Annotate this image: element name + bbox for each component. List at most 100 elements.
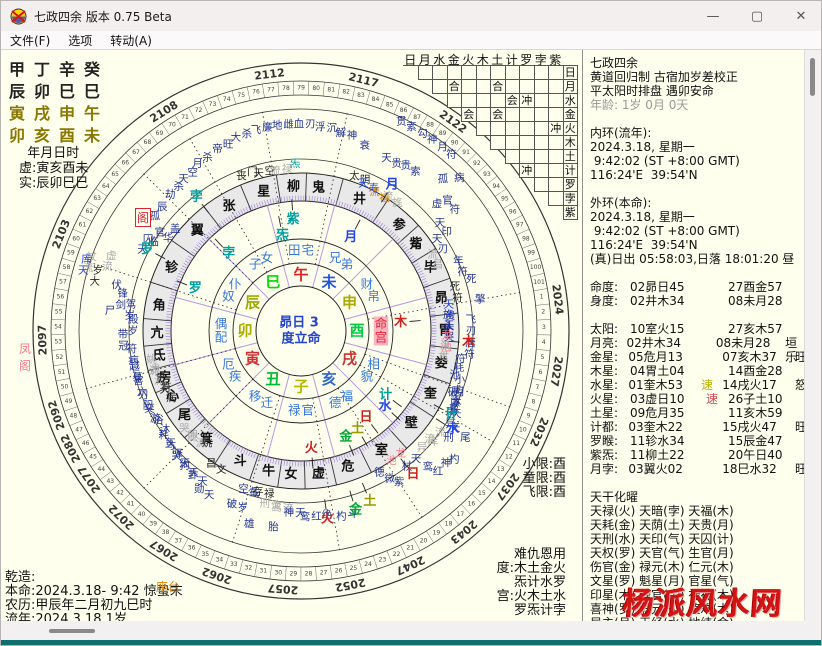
svg-text:卯: 卯 xyxy=(237,322,252,340)
svg-text:34: 34 xyxy=(216,556,224,563)
panel-line: 116:24'E 39:54'N xyxy=(590,238,807,252)
aspect-cell-金-木 xyxy=(476,107,492,122)
svg-text:尾: 尾 xyxy=(178,408,191,423)
svg-text:迁: 迁 xyxy=(261,395,274,410)
svg-text:辰: 辰 xyxy=(245,294,261,312)
aspect-cell-月-紫 xyxy=(548,79,564,94)
svg-text:土: 土 xyxy=(351,420,364,436)
nanchou-enyong-block: 难仇恩用度:木土金火炁计水罗宫:火木土水罗炁计孛 xyxy=(456,548,566,618)
svg-text:度立命: 度立命 xyxy=(281,331,321,347)
svg-text:虚: 虚 xyxy=(106,250,117,262)
planet-row-8: 罗睺:11轸水3415辰金47 xyxy=(590,434,807,448)
svg-text:虚: 虚 xyxy=(432,198,443,210)
svg-text:贯: 贯 xyxy=(439,351,450,363)
limit-line-0: 小限:酉 xyxy=(471,458,566,472)
panel-line: 年龄: 1岁 0月 0天 xyxy=(590,98,807,112)
svg-text:17: 17 xyxy=(457,511,465,518)
svg-text:殿: 殿 xyxy=(128,313,139,325)
aspect-cell-水-火 xyxy=(461,93,477,108)
panel-line: 黄道回归制 古宿加岁差校正 xyxy=(590,70,807,84)
svg-text:46: 46 xyxy=(82,440,90,447)
svg-text:龙: 龙 xyxy=(395,447,406,460)
svg-text:54: 54 xyxy=(54,324,62,331)
horizontal-scrollbar[interactable] xyxy=(1,621,822,640)
planet-row-6: 土星:09危月3511亥木59 xyxy=(590,406,807,420)
aspect-row-紫: 紫 xyxy=(563,205,579,220)
menu-item-0[interactable]: 文件(F) xyxy=(1,32,59,49)
svg-text:宅: 宅 xyxy=(301,243,314,258)
panel-line: 天耗(金) 天荫(土) 天贵(月) xyxy=(590,518,807,532)
svg-text:6: 6 xyxy=(539,369,543,376)
svg-text:池: 池 xyxy=(386,454,397,467)
svg-text:火: 火 xyxy=(305,441,319,456)
menu-item-2[interactable]: 转动(A) xyxy=(101,32,161,49)
svg-text:移: 移 xyxy=(249,388,262,403)
svg-text:空: 空 xyxy=(238,482,249,495)
svg-text:2027: 2027 xyxy=(548,355,566,387)
chart-extra-label-1: 座台 xyxy=(156,578,180,595)
chart-extra-label-2: 阁 xyxy=(135,208,151,227)
svg-text:86: 86 xyxy=(400,107,408,114)
svg-text:82: 82 xyxy=(342,89,350,96)
svg-text:33: 33 xyxy=(230,561,238,568)
svg-text:69: 69 xyxy=(156,130,164,137)
svg-text:78: 78 xyxy=(282,85,290,92)
close-button[interactable]: ✕ xyxy=(779,1,822,31)
svg-text:天: 天 xyxy=(253,167,264,179)
svg-text:病: 病 xyxy=(454,171,465,184)
nanchou-line-3: 宫:火木土水 xyxy=(456,590,566,604)
aspect-cell-日-孛 xyxy=(534,65,550,80)
svg-text:20: 20 xyxy=(420,537,428,544)
panel-line: 天干化曜 xyxy=(590,490,807,504)
svg-text:92: 92 xyxy=(473,160,481,167)
vertical-scrollbar-thumb[interactable] xyxy=(810,58,815,96)
degree-row-1: 身度:02井木3408未月28 xyxy=(590,294,807,308)
aspect-col-火: 火 xyxy=(461,51,476,66)
aspect-cell-水-紫 xyxy=(548,93,564,108)
maximize-button[interactable]: ▢ xyxy=(735,1,779,31)
svg-text:血: 血 xyxy=(294,117,305,130)
svg-text:符: 符 xyxy=(450,202,461,215)
aspect-row-土: 土 xyxy=(563,149,579,164)
minimize-button[interactable]: — xyxy=(691,1,735,31)
svg-text:51: 51 xyxy=(58,369,66,376)
svg-text:24: 24 xyxy=(364,561,372,568)
svg-text:印: 印 xyxy=(442,226,453,238)
svg-text:害: 害 xyxy=(133,374,144,387)
svg-text:尾: 尾 xyxy=(460,432,471,444)
panel-line: 9:42:02 (ST +8:00 GMT) xyxy=(590,224,807,238)
svg-text:亥: 亥 xyxy=(321,370,336,388)
vertical-scrollbar[interactable] xyxy=(804,50,821,621)
app-window: 七政四余 版本 0.75 Beta — ▢ ✕ 文件(F)选项转动(A) 123… xyxy=(0,0,822,646)
panel-line xyxy=(590,308,807,322)
svg-text:贯: 贯 xyxy=(396,116,407,128)
aspect-cell-日-罗 xyxy=(519,65,535,80)
svg-text:93: 93 xyxy=(483,171,491,178)
svg-text:索: 索 xyxy=(406,120,417,133)
svg-text:神: 神 xyxy=(347,128,358,141)
svg-text:姚: 姚 xyxy=(202,436,213,449)
planet-row-3: 木星:04胃土0414酉金28 xyxy=(590,364,807,378)
svg-text:浮: 浮 xyxy=(315,121,326,133)
client-area: 1234567891011121314151617181920212223242… xyxy=(1,50,822,621)
aspect-row-金: 金 xyxy=(563,107,579,122)
svg-text:55: 55 xyxy=(55,309,63,316)
svg-text:7: 7 xyxy=(535,384,539,391)
aspect-cell-日-月 xyxy=(418,65,434,80)
svg-text:虚: 虚 xyxy=(312,465,325,481)
planet-row-9: 紫炁:11柳土2220午日40 xyxy=(590,448,807,462)
svg-text:天: 天 xyxy=(204,489,215,501)
panel-line: 116:24'E 39:54'N xyxy=(590,168,807,182)
aspect-cell-罗-紫 xyxy=(548,177,564,192)
aspect-col-计: 计 xyxy=(505,51,520,66)
aspect-cell-计-紫 xyxy=(548,163,564,178)
svg-text:弟: 弟 xyxy=(341,257,354,272)
aspect-cell-日-木 xyxy=(476,65,492,80)
aspect-cell-水-土 xyxy=(490,93,506,108)
svg-text:天: 天 xyxy=(358,178,369,190)
horizontal-scrollbar-thumb[interactable] xyxy=(49,629,95,633)
app-icon xyxy=(10,8,27,25)
svg-text:45: 45 xyxy=(89,453,97,460)
svg-text:戌: 戌 xyxy=(342,350,357,368)
menu-item-1[interactable]: 选项 xyxy=(59,32,101,49)
